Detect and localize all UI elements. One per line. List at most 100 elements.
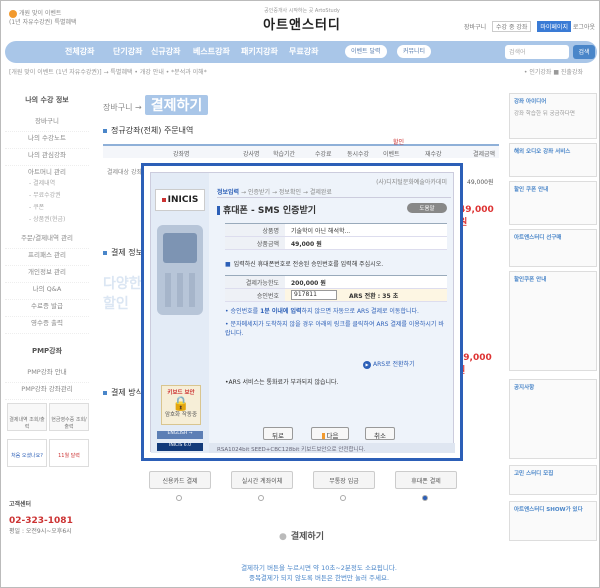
cancel-button[interactable]: 취소 <box>365 427 395 440</box>
keyboard-security-line2: 암호화 작동중 <box>164 412 198 418</box>
right-box-discount[interactable]: 할인쿠폰 안내 <box>509 271 597 371</box>
pay-submit-button[interactable]: 결제하기 <box>279 529 339 547</box>
right-box-study-title: 고민 스터디 모집 <box>514 471 554 477</box>
sidebar-sub-giftcard[interactable]: - 상품권(현금) <box>5 214 89 226</box>
right-box-audio[interactable]: 해외 오디오 강좌 서비스 <box>509 143 597 177</box>
sidebar-item-pmp-info[interactable]: PMP강좌 안내 <box>5 366 89 383</box>
payment-history-box[interactable]: 결제내역 조회/출력 <box>7 403 47 431</box>
sidebar-item-qna[interactable]: 나의 Q&A <box>5 283 89 300</box>
right-box-idea[interactable]: 강좌 아이디어 강좌 학습한 뒤 궁금하다면 <box>509 93 597 139</box>
site-logo[interactable]: 공인중개사 시작하는 곳 ArtoStudy 아트앤스터디 <box>247 7 357 33</box>
nav-package-courses[interactable]: 패키지강좌 <box>241 46 278 57</box>
sidebar-sub-payments[interactable]: - 결제내역 <box>5 178 89 190</box>
event-line1: 개원 맞이 이벤트 <box>19 10 62 17</box>
ars-countdown: ARS 전환 : 35 초 <box>349 293 399 300</box>
cancel-button-label: 취소 <box>374 432 386 440</box>
sidebar-item-cart[interactable]: 장바구니 <box>5 115 89 132</box>
approval-number-input[interactable]: 917811 <box>291 290 337 300</box>
popup-side-panel: INICIS 키보드 보안 🔒 암호화 작동중 ENGLISH → INICIS… <box>151 173 209 453</box>
sidebar-sub-coupon[interactable]: - 쿠폰 <box>5 202 89 214</box>
sidebar-item-freepass[interactable]: 프리패스 관리 <box>5 249 89 266</box>
mypage-button[interactable]: 마이페이지 <box>537 21 571 32</box>
sub-bar-right[interactable]: • 인기강좌 ■ 진출강좌 <box>524 67 583 76</box>
th-period: 학습기간 <box>273 151 296 158</box>
radio-phone[interactable] <box>422 495 428 501</box>
step-auth: 인증받기 <box>247 189 271 196</box>
product-value: 기술학이 아닌 해석학... <box>291 228 351 235</box>
search-input[interactable]: 검색어 <box>505 45 569 59</box>
section-payment-info: 결제 정보 <box>103 247 143 258</box>
instruction-1: 승인번호를 1분 이내에 입력하지 않으면 자동으로 ARS 결제로 이동합니다… <box>225 307 449 316</box>
approval-notice: 입력하신 휴대폰번호로 전송된 승인번호를 입력해 주십시오. <box>225 259 447 268</box>
sidebar-item-favorites[interactable]: 나의 관심강좌 <box>5 149 89 166</box>
english-button[interactable]: ENGLISH → <box>157 431 203 439</box>
nav-short-courses[interactable]: 단기강좌 <box>113 46 142 57</box>
pay-deposit-button[interactable]: 무통장 입금 <box>313 471 375 489</box>
course-select[interactable]: 수강 중 강좌 <box>492 21 532 32</box>
help-button[interactable]: 도움말 <box>407 203 447 213</box>
event-calendar-pill[interactable]: 이벤트 달력 <box>345 45 387 58</box>
sidebar-item-notes[interactable]: 나의 수강노트 <box>5 132 89 149</box>
th-course: 강좌명 <box>173 151 190 158</box>
nav-new-courses[interactable]: 신규강좌 <box>151 46 180 57</box>
sidebar-title: 나의 수강 정보 <box>25 96 69 104</box>
right-box-show[interactable]: 아트앤스터디 SHOW가 있다 <box>509 501 597 541</box>
sub-bar: [개원 맞이 이벤트 (1년 자유수강권)] → 특별혜택 • 개강 안내 • … <box>9 67 597 79</box>
calendar-box[interactable]: 11월 달력 <box>49 439 89 467</box>
sidebar-item-artmoney[interactable]: 아트머니 관리 <box>5 166 89 178</box>
cash-receipt-box[interactable]: 현금영수증 조회/출력 <box>49 403 89 431</box>
cs-title: 고객센터 <box>9 501 32 508</box>
pay-card-button[interactable]: 신용카드 결제 <box>149 471 211 489</box>
event-banner[interactable]: 개원 맞이 이벤트 (1년 자유수강권) 특별혜택 <box>9 9 77 27</box>
radio-transfer[interactable] <box>258 495 264 501</box>
inicis-logo: INICIS <box>155 189 205 211</box>
sidebar-item-orders[interactable]: 주문/결제내역 관리 <box>5 232 89 249</box>
first-visit-box[interactable]: 처음 오셨나요? <box>7 439 47 467</box>
nav-all-courses[interactable]: 전체강좌 <box>65 46 94 57</box>
step-confirm: 정보확인 <box>278 189 301 196</box>
sms-auth-popup: INICIS 키보드 보안 🔒 암호화 작동중 ENGLISH → INICIS… <box>150 172 455 453</box>
nav-free-courses[interactable]: 무료강좌 <box>289 46 318 57</box>
radio-card[interactable] <box>176 495 182 501</box>
back-button[interactable]: 뒤로 <box>263 427 293 440</box>
next-marker-icon <box>321 433 325 439</box>
radio-deposit[interactable] <box>340 495 346 501</box>
right-box-notice[interactable]: 공지사항 <box>509 379 597 459</box>
step-complete: 결제완료 <box>309 189 332 196</box>
nav-best-courses[interactable]: 베스트강좌 <box>193 46 230 57</box>
sidebar-item-profile[interactable]: 개인정보 관리 <box>5 266 89 283</box>
sidebar-item-pmp-manage[interactable]: PMP강좌 강좌관리 <box>5 383 89 400</box>
right-box-prepay-title: 아트앤스터디 선구매 <box>514 235 562 241</box>
footnote-line2: 중복결제가 되지 않도록 버튼은 한번만 눌러 주세요. <box>248 574 390 582</box>
cs-hours: 평일 : 오전9시~오후6시 <box>9 528 72 535</box>
right-box-idea-body: 강좌 학습한 뒤 궁금하다면 <box>514 111 575 117</box>
ars-switch-link[interactable]: ARS로 전환하기 <box>363 359 415 369</box>
pay-phone-button[interactable]: 휴대폰 결제 <box>395 471 457 489</box>
breadcrumb[interactable]: 장바구니 → <box>103 103 142 112</box>
total-amount-top: 49,000 원 <box>459 205 494 228</box>
site-header: 개원 맞이 이벤트 (1년 자유수강권) 특별혜택 공인중개사 시작하는 곳 A… <box>1 1 599 41</box>
cs-phone: 02-323-1081 <box>9 516 73 526</box>
sub-bar-left[interactable]: [개원 맞이 이벤트 (1년 자유수강권)] → 특별혜택 • 개강 안내 • … <box>9 69 207 76</box>
keyboard-security-badge: 키보드 보안 🔒 암호화 작동중 <box>161 385 201 425</box>
section-order-list: 정규강좌(전체) 주문내역 <box>103 125 193 136</box>
order-row-amount: 49,000원 <box>467 179 494 186</box>
right-box-coupon[interactable]: 할인 쿠폰 안내 <box>509 181 597 225</box>
sidebar-item-certificate[interactable]: 수료증 발급 <box>5 300 89 317</box>
sidebar-sub-free-pass[interactable]: - 무료수강권 <box>5 190 89 202</box>
sidebar-item-receipt[interactable]: 영수증 출력 <box>5 317 89 334</box>
footnote-line1: 결제하기 버튼을 누르시면 약 10초~2분정도 소요됩니다. <box>241 564 397 572</box>
right-box-prepay[interactable]: 아트앤스터디 선구매 <box>509 229 597 267</box>
cart-link[interactable]: 장바구니 <box>464 24 486 31</box>
logout-link[interactable]: 로그아웃 <box>573 24 595 31</box>
right-box-study[interactable]: 고민 스터디 모집 <box>509 465 597 495</box>
community-pill[interactable]: 커뮤니티 <box>397 45 432 58</box>
pay-transfer-button[interactable]: 실시간 계좌이체 <box>231 471 293 489</box>
limit-value: 200,000 원 <box>291 280 326 287</box>
browser-page: 개원 맞이 이벤트 (1년 자유수강권) 특별혜택 공인중개사 시작하는 곳 A… <box>0 0 600 588</box>
next-button-label: 다음 <box>326 432 339 440</box>
pmp-title: PMP강좌 <box>31 347 63 355</box>
next-button[interactable]: 다음 <box>311 427 349 440</box>
right-box-notice-title: 공지사항 <box>514 385 535 391</box>
search-button[interactable]: 검색 <box>573 45 595 59</box>
